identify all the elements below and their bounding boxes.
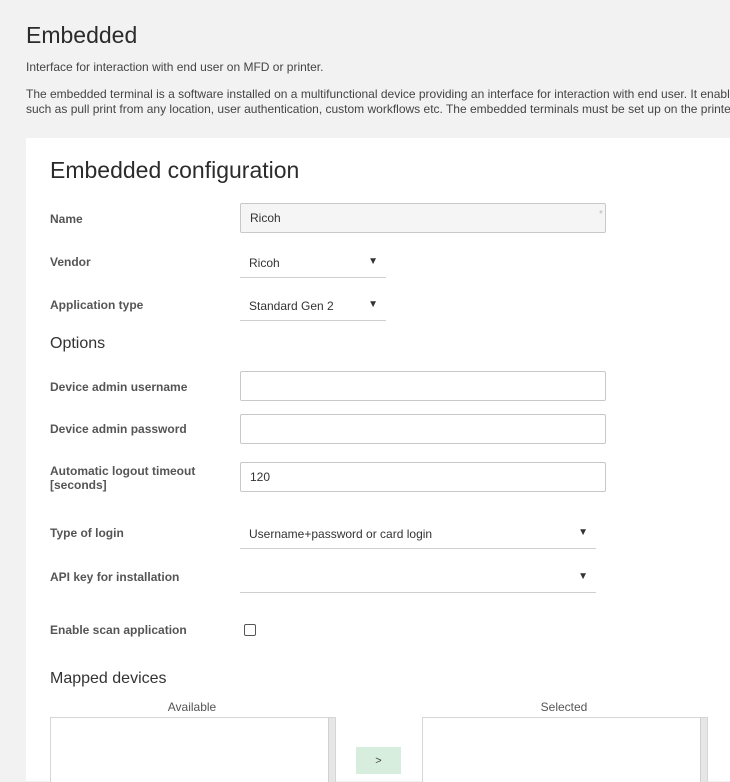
mapped-devices-title: Mapped devices	[50, 670, 167, 687]
login-type-label: Type of login	[50, 526, 124, 540]
login-type-value: Username+password or card login	[249, 527, 433, 541]
scan-app-label: Enable scan application	[50, 623, 187, 637]
application-type-select[interactable]: Standard Gen 2 ▼	[240, 290, 386, 321]
vendor-select-value: Ricoh	[249, 256, 280, 270]
name-input[interactable]	[240, 203, 606, 233]
admin-username-label: Device admin username	[50, 380, 188, 394]
logout-timeout-label: Automatic logout timeout [seconds]	[50, 464, 195, 492]
available-devices-caption: Available	[167, 700, 217, 714]
available-devices-scrollbar[interactable]	[328, 718, 335, 782]
chevron-down-icon: ▼	[368, 299, 378, 310]
page-description: The embedded terminal is a software inst…	[26, 87, 730, 117]
page-title: Embedded	[26, 22, 138, 49]
available-devices-list[interactable]	[50, 717, 336, 782]
selected-devices-caption: Selected	[540, 700, 588, 714]
admin-password-input[interactable]	[240, 414, 606, 444]
embedded-configuration-card: Embedded configuration Name * Vendor Ric…	[26, 138, 730, 782]
logout-timeout-label-line: [seconds]	[50, 478, 107, 492]
logout-timeout-label-line: Automatic logout timeout	[50, 464, 196, 478]
api-key-select[interactable]: ▼	[240, 562, 596, 593]
page-description-line: such as pull print from any location, us…	[26, 102, 730, 116]
login-type-select[interactable]: Username+password or card login ▼	[240, 518, 596, 549]
selected-devices-scrollbar[interactable]	[700, 718, 707, 782]
selected-devices-list[interactable]	[422, 717, 708, 782]
admin-username-input[interactable]	[240, 371, 606, 401]
form-title: Embedded configuration	[50, 157, 300, 183]
chevron-down-icon: ▼	[578, 571, 588, 582]
add-device-button[interactable]: >	[356, 747, 401, 774]
name-label: Name	[50, 212, 83, 226]
logout-timeout-input[interactable]	[240, 462, 606, 492]
admin-password-label: Device admin password	[50, 422, 187, 436]
api-key-label: API key for installation	[50, 570, 180, 584]
page-intro: Interface for interaction with end user …	[26, 60, 324, 74]
options-title: Options	[50, 335, 106, 352]
vendor-select[interactable]: Ricoh ▼	[240, 247, 386, 278]
application-type-label: Application type	[50, 298, 144, 312]
page-description-line: The embedded terminal is a software inst…	[26, 87, 730, 101]
chevron-down-icon: ▼	[578, 527, 588, 538]
application-type-value: Standard Gen 2	[249, 299, 334, 313]
required-mark: *	[599, 209, 603, 220]
vendor-label: Vendor	[50, 255, 91, 269]
scan-app-checkbox[interactable]	[244, 624, 256, 636]
chevron-down-icon: ▼	[368, 256, 378, 267]
